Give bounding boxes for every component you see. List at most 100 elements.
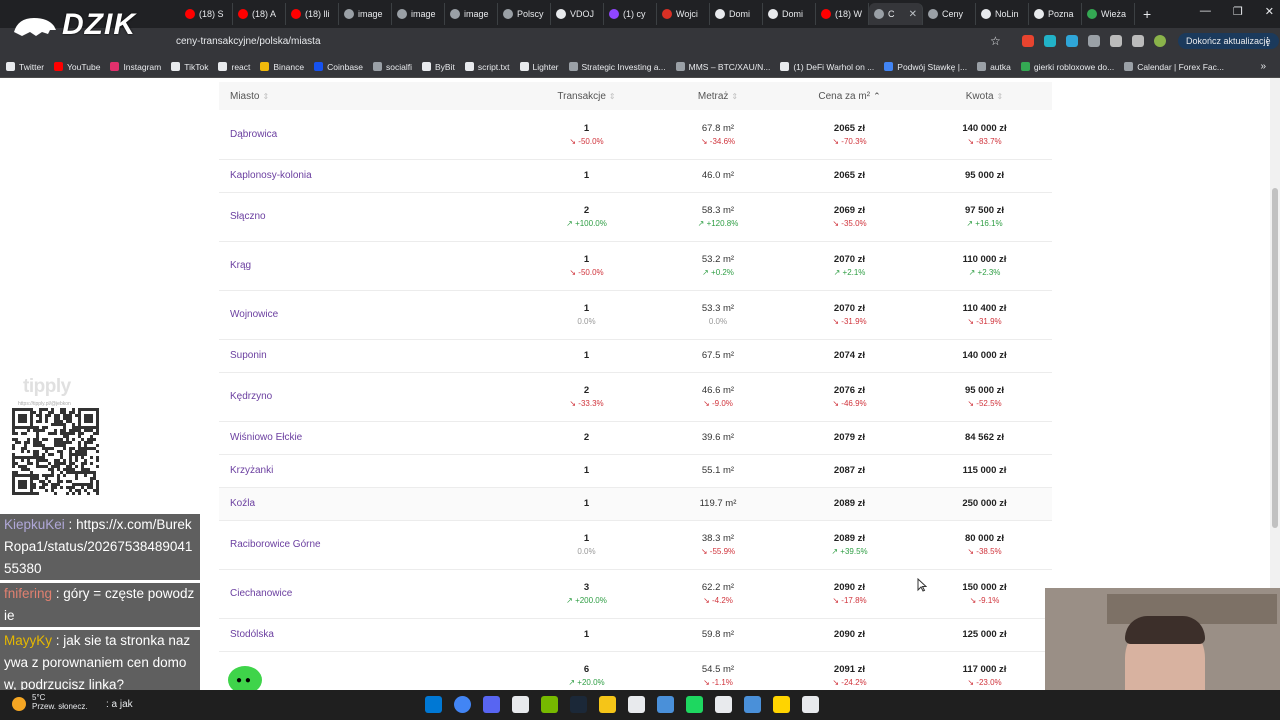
taskbar-app-icon[interactable] bbox=[686, 696, 703, 713]
browser-tab[interactable]: VDOJ bbox=[551, 3, 604, 25]
header-price-per-m2[interactable]: Cena za m² ⌃ bbox=[782, 82, 917, 110]
browser-tab[interactable]: Domi bbox=[710, 3, 763, 25]
city-link[interactable]: Krzyżanki bbox=[219, 454, 519, 487]
table-row[interactable]: Koźla 1 119.7 m² 2089 zł 250 000 zł bbox=[219, 487, 1052, 520]
minimize-icon[interactable]: — bbox=[1200, 5, 1211, 18]
bookmark-item[interactable]: react bbox=[218, 62, 250, 72]
table-row[interactable]: Raciborowice Górne 1 0.0% 38.3 m² ↘ -55.9% 20… bbox=[219, 520, 1052, 569]
header-transactions[interactable]: Transakcje ⇕ bbox=[519, 82, 654, 110]
city-link[interactable]: Krąg bbox=[219, 241, 519, 290]
bookmark-item[interactable]: (1) DeFi Warhol on ... bbox=[780, 62, 874, 72]
browser-tab[interactable]: image bbox=[339, 3, 392, 25]
browser-tab[interactable]: (18) A bbox=[233, 3, 286, 25]
media-icon[interactable] bbox=[1110, 35, 1122, 47]
taskbar-app-icon[interactable] bbox=[715, 696, 732, 713]
table-row[interactable]: Krzyżanki 1 55.1 m² 2087 zł 115 000 zł bbox=[219, 454, 1052, 487]
bookmarks-more-icon[interactable]: » bbox=[1260, 61, 1266, 72]
city-link[interactable]: Ciechanowice bbox=[219, 569, 519, 618]
city-link[interactable]: Suponin bbox=[219, 339, 519, 372]
taskbar-app-icon[interactable] bbox=[657, 696, 674, 713]
city-link[interactable]: Słączno bbox=[219, 192, 519, 241]
browser-tab[interactable]: image bbox=[445, 3, 498, 25]
city-link[interactable] bbox=[219, 651, 519, 688]
bookmark-item[interactable]: Twitter bbox=[6, 62, 44, 72]
taskbar-app-icon[interactable] bbox=[425, 696, 442, 713]
browser-tab[interactable]: (18) lli bbox=[286, 3, 339, 25]
bookmark-item[interactable]: Calendar | Forex Fac... bbox=[1124, 62, 1224, 72]
bookmark-item[interactable]: YouTube bbox=[54, 62, 100, 72]
bookmark-item[interactable]: Lighter bbox=[519, 62, 559, 72]
city-link[interactable]: Kędrzyno bbox=[219, 372, 519, 421]
table-row[interactable]: Kędrzyno 2 ↘ -33.3% 46.6 m² ↘ -9.0% 2076 zł ↘ … bbox=[219, 372, 1052, 421]
taskbar-app-icon[interactable] bbox=[802, 696, 819, 713]
bookmark-item[interactable]: ByBit bbox=[422, 62, 455, 72]
city-link[interactable]: Wojnowice bbox=[219, 290, 519, 339]
bookmark-item[interactable]: Binance bbox=[260, 62, 304, 72]
city-link[interactable]: Kaplonosy-kolonia bbox=[219, 159, 519, 192]
city-link[interactable]: Koźla bbox=[219, 487, 519, 520]
taskbar-app-icon[interactable] bbox=[744, 696, 761, 713]
table-row[interactable]: Suponin 1 67.5 m² 2074 zł 140 000 zł bbox=[219, 339, 1052, 372]
browser-tab[interactable]: (1) cy bbox=[604, 3, 657, 25]
browser-tab[interactable]: Wojci bbox=[657, 3, 710, 25]
bookmark-item[interactable]: MMS – BTC/XAU/N... bbox=[675, 62, 770, 72]
browser-tab[interactable]: C ✕ bbox=[869, 3, 923, 25]
bookmark-item[interactable]: Coinbase bbox=[314, 62, 363, 72]
bookmark-star-icon[interactable]: ☆ bbox=[990, 34, 1001, 48]
browser-tab[interactable]: Ceny bbox=[923, 3, 976, 25]
menu-dots-icon[interactable]: ⋮ bbox=[1262, 35, 1273, 48]
bookmark-item[interactable]: script.txt bbox=[464, 62, 510, 72]
taskbar-app-icon[interactable] bbox=[599, 696, 616, 713]
bookmark-item[interactable]: autka bbox=[977, 62, 1011, 72]
bookmark-item[interactable]: socialfi bbox=[373, 62, 412, 72]
table-row[interactable]: Wiśniowo Ełckie 2 39.6 m² 2079 zł 84 562 zł bbox=[219, 421, 1052, 454]
browser-tab[interactable]: Domi bbox=[763, 3, 816, 25]
header-amount[interactable]: Kwota ⇕ bbox=[917, 82, 1052, 110]
table-row[interactable]: Słączno 2 ↗ +100.0% 58.3 m² ↗ +120.8% 2069 zł… bbox=[219, 192, 1052, 241]
city-link[interactable]: Wiśniowo Ełckie bbox=[219, 421, 519, 454]
extension-icon[interactable] bbox=[1044, 35, 1056, 47]
browser-tab[interactable]: (18) S bbox=[180, 3, 233, 25]
new-tab-icon[interactable]: + bbox=[1143, 6, 1151, 22]
bookmark-item[interactable]: Instagram bbox=[110, 62, 161, 72]
maximize-icon[interactable]: ❐ bbox=[1233, 5, 1243, 18]
taskbar-app-icon[interactable] bbox=[628, 696, 645, 713]
bookmark-item[interactable]: Strategic Investing a... bbox=[568, 62, 666, 72]
table-row[interactable]: Krąg 1 ↘ -50.0% 53.2 m² ↗ +0.2% 2070 zł ↗ +2.1… bbox=[219, 241, 1052, 290]
browser-tab[interactable]: Pozna bbox=[1029, 3, 1082, 25]
url-text[interactable]: ceny-transakcyjne/polska/miasta bbox=[176, 36, 321, 47]
table-row[interactable]: Wojnowice 1 0.0% 53.3 m² 0.0% 2070 zł ↘ -31.9%… bbox=[219, 290, 1052, 339]
weather-widget[interactable]: 5°C Przew. słonecz. bbox=[12, 693, 88, 711]
table-row[interactable]: 6 ↗ +20.0% 54.5 m² ↘ -1.1% 2091 zł ↘ -24.2% 11… bbox=[219, 651, 1052, 688]
browser-tab[interactable]: NoLin bbox=[976, 3, 1029, 25]
taskbar-app-icon[interactable] bbox=[512, 696, 529, 713]
header-city[interactable]: Miasto ⇕ bbox=[219, 82, 519, 110]
close-icon[interactable]: ✕ bbox=[1265, 5, 1274, 18]
header-area[interactable]: Metraż ⇕ bbox=[654, 82, 782, 110]
browser-tab[interactable]: image bbox=[392, 3, 445, 25]
extension-icon[interactable] bbox=[1022, 35, 1034, 47]
taskbar-app-icon[interactable] bbox=[773, 696, 790, 713]
browser-tab[interactable]: (18) W bbox=[816, 3, 869, 25]
taskbar-app-icon[interactable] bbox=[541, 696, 558, 713]
table-row[interactable]: Kaplonosy-kolonia 1 46.0 m² 2065 zł 95 000 z… bbox=[219, 159, 1052, 192]
table-row[interactable]: Dąbrowica 1 ↘ -50.0% 67.8 m² ↘ -34.6% 2065 zł… bbox=[219, 110, 1052, 159]
table-row[interactable]: Ciechanowice 3 ↗ +200.0% 62.2 m² ↘ -4.2% 2090… bbox=[219, 569, 1052, 618]
taskbar-app-icon[interactable] bbox=[483, 696, 500, 713]
table-row[interactable]: Stodólska 1 59.8 m² 2090 zł 125 000 zł bbox=[219, 618, 1052, 651]
extension-icon[interactable] bbox=[1066, 35, 1078, 47]
browser-tab[interactable]: Wieża bbox=[1082, 3, 1135, 25]
city-link[interactable]: Dąbrowica bbox=[219, 110, 519, 159]
puzzle-icon[interactable] bbox=[1088, 35, 1100, 47]
taskbar-app-icon[interactable] bbox=[570, 696, 587, 713]
city-link[interactable]: Raciborowice Górne bbox=[219, 520, 519, 569]
bookmark-item[interactable]: TikTok bbox=[171, 62, 208, 72]
bookmark-item[interactable]: gierki robloxowe do... bbox=[1020, 62, 1114, 72]
download-icon[interactable] bbox=[1132, 35, 1144, 47]
browser-tab[interactable]: Polscy bbox=[498, 3, 551, 25]
profile-avatar-icon[interactable] bbox=[1154, 35, 1166, 47]
scrollbar-thumb[interactable] bbox=[1272, 188, 1278, 528]
tab-close-icon[interactable]: ✕ bbox=[909, 9, 917, 20]
bookmark-item[interactable]: Podwój Stawkę |... bbox=[884, 62, 967, 72]
city-link[interactable]: Stodólska bbox=[219, 618, 519, 651]
